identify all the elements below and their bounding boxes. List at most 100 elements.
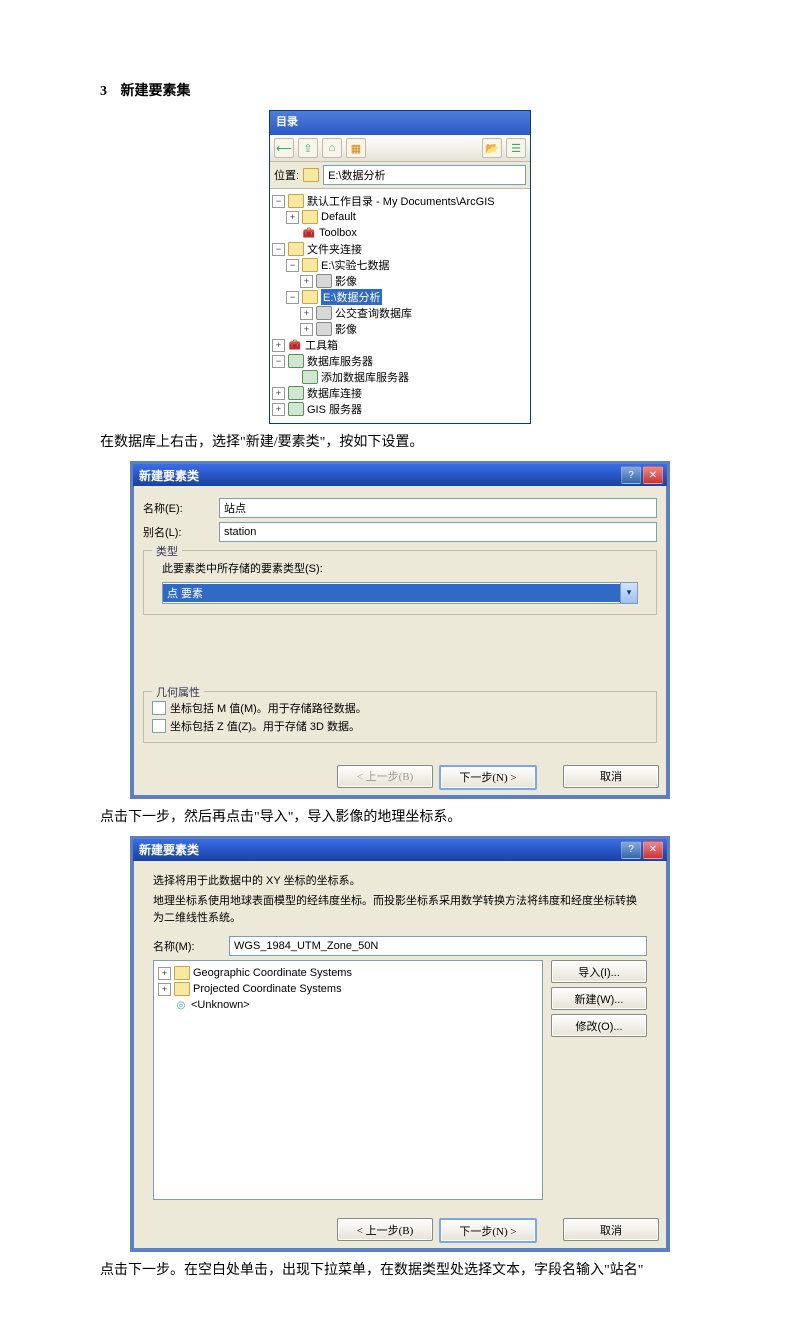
geodatabase-icon	[316, 306, 332, 320]
name-label: 名称(E):	[143, 500, 213, 516]
paragraph-2: 点击下一步，然后再点击"导入"，导入影像的地理坐标系。	[100, 807, 700, 828]
expand-icon[interactable]: +	[272, 339, 285, 352]
folder-icon	[302, 210, 318, 224]
expand-icon[interactable]: +	[158, 967, 171, 980]
help-icon[interactable]: ?	[621, 841, 641, 859]
catalog-tree: − 默认工作目录 - My Documents\ArcGIS + Default 🧰…	[270, 189, 530, 423]
location-bar: 位置:	[270, 162, 530, 189]
tree-db-conn[interactable]: 数据库连接	[307, 385, 362, 401]
type-hint: 此要素类中所存储的要素类型(S):	[162, 561, 648, 578]
expand-icon[interactable]: −	[272, 195, 285, 208]
catalog-title: 目录	[270, 111, 530, 135]
tree-toolkit[interactable]: 工具箱	[305, 337, 338, 353]
tree-root[interactable]: 默认工作目录 - My Documents\ArcGIS	[307, 193, 495, 209]
back-icon[interactable]: ⟵	[274, 138, 294, 158]
import-button[interactable]: 导入(I)...	[551, 960, 647, 983]
m-label: 坐标包括 M 值(M)。用于存储路径数据。	[170, 700, 367, 716]
home-icon[interactable]: ⌂	[322, 138, 342, 158]
dialog-title: 新建要素类	[137, 841, 619, 858]
new-button[interactable]: 新建(W)...	[551, 987, 647, 1010]
expand-icon[interactable]: +	[286, 211, 299, 224]
location-input[interactable]	[323, 165, 526, 185]
tree-db-servers[interactable]: 数据库服务器	[307, 353, 373, 369]
help-icon[interactable]: ?	[621, 466, 641, 484]
expand-icon[interactable]: −	[286, 259, 299, 272]
heading-text: 新建要素集	[121, 84, 191, 99]
z-checkbox[interactable]	[152, 719, 166, 733]
tree-image1[interactable]: 影像	[335, 273, 357, 289]
folder-icon	[174, 982, 190, 996]
coord-sys-tree[interactable]: + Geographic Coordinate Systems + Projecte…	[153, 960, 543, 1200]
tree-image2[interactable]: 影像	[335, 321, 357, 337]
open-icon[interactable]: 📂	[482, 138, 502, 158]
tree-bus-gdb[interactable]: 公交查询数据库	[335, 305, 412, 321]
raster-icon	[316, 274, 332, 288]
server-icon	[288, 386, 304, 400]
toolbox-icon: 🧰	[288, 339, 302, 351]
tree-exp7[interactable]: E:\实验七数据	[321, 257, 389, 273]
cs-name-label: 名称(M):	[153, 938, 223, 954]
paragraph-1: 在数据库上右击，选择"新建/要素类"，按如下设置。	[100, 432, 700, 453]
tree-toolbox[interactable]: Toolbox	[319, 227, 357, 239]
list-icon[interactable]: ☰	[506, 138, 526, 158]
cancel-button[interactable]: 取消	[563, 765, 659, 788]
add-server-icon	[302, 370, 318, 384]
close-icon[interactable]: ✕	[643, 466, 663, 484]
type-legend: 类型	[152, 543, 182, 559]
next-button[interactable]: 下一步(N) >	[439, 1218, 537, 1243]
expand-icon[interactable]: +	[300, 323, 313, 336]
chevron-down-icon[interactable]: ▾	[620, 583, 637, 603]
folder-icon	[302, 258, 318, 272]
expand-icon[interactable]: −	[286, 291, 299, 304]
pcs-node[interactable]: Projected Coordinate Systems	[193, 983, 342, 995]
raster-icon	[316, 322, 332, 336]
cs-hint1: 选择将用于此数据中的 XY 坐标的坐标系。	[153, 873, 647, 890]
expand-icon[interactable]: +	[300, 307, 313, 320]
name-input[interactable]: 站点	[219, 498, 657, 518]
back-button[interactable]: < 上一步(B)	[337, 1218, 433, 1241]
geom-legend: 几何属性	[152, 684, 204, 700]
m-checkbox[interactable]	[152, 701, 166, 715]
expand-icon[interactable]: +	[272, 403, 285, 416]
tree-gis-servers[interactable]: GIS 服务器	[307, 401, 362, 417]
catalog-toolbar: ⟵ ⇧ ⌂ ▦ 📂 ☰	[270, 135, 530, 162]
folder-icon	[303, 168, 319, 182]
server-icon	[288, 402, 304, 416]
cancel-button[interactable]: 取消	[563, 1218, 659, 1241]
server-icon	[288, 354, 304, 368]
folder-icon	[302, 290, 318, 304]
unknown-node[interactable]: <Unknown>	[191, 999, 250, 1011]
globe-icon: ◎	[174, 999, 188, 1011]
up-icon[interactable]: ⇧	[298, 138, 318, 158]
expand-icon[interactable]: +	[300, 275, 313, 288]
location-label: 位置:	[274, 167, 299, 183]
tree-default[interactable]: Default	[321, 211, 356, 223]
expand-icon[interactable]: +	[272, 387, 285, 400]
folder-icon	[288, 194, 304, 208]
close-icon[interactable]: ✕	[643, 841, 663, 859]
tree-data-analysis[interactable]: E:\数据分析	[321, 289, 382, 305]
type-combo[interactable]: 点 要素 ▾	[162, 582, 638, 604]
new-feature-class-dialog-2: 新建要素类 ? ✕ 选择将用于此数据中的 XY 坐标的坐标系。 地理坐标系使用地…	[130, 836, 670, 1253]
dialog-title: 新建要素类	[137, 467, 619, 484]
expand-icon[interactable]: +	[158, 983, 171, 996]
type-group: 类型 此要素类中所存储的要素类型(S): 点 要素 ▾	[143, 550, 657, 615]
tree-folder-conn[interactable]: 文件夹连接	[307, 241, 362, 257]
geometry-group: 几何属性 坐标包括 M 值(M)。用于存储路径数据。 坐标包括 Z 值(Z)。用…	[143, 691, 657, 743]
paragraph-3: 点击下一步。在空白处单击，出现下拉菜单，在数据类型处选择文本，字段名输入"站名"	[100, 1260, 700, 1281]
tree-add-db-server[interactable]: 添加数据库服务器	[321, 369, 409, 385]
folder-icon	[288, 242, 304, 256]
cs-name-input[interactable]: WGS_1984_UTM_Zone_50N	[229, 936, 647, 956]
next-button[interactable]: 下一步(N) >	[439, 765, 537, 790]
alias-input[interactable]: station	[219, 522, 657, 542]
conn-icon[interactable]: ▦	[346, 138, 366, 158]
heading-number: 3	[100, 84, 107, 99]
modify-button[interactable]: 修改(O)...	[551, 1014, 647, 1037]
expand-icon[interactable]: −	[272, 355, 285, 368]
expand-icon[interactable]: −	[272, 243, 285, 256]
section-heading: 3 新建要素集	[100, 80, 700, 100]
cs-hint2: 地理坐标系使用地球表面模型的经纬度坐标。而投影坐标系采用数学转换方法将纬度和经度…	[153, 893, 647, 926]
type-value: 点 要素	[163, 584, 620, 602]
gcs-node[interactable]: Geographic Coordinate Systems	[193, 967, 352, 979]
new-feature-class-dialog-1: 新建要素类 ? ✕ 名称(E): 站点 别名(L): station 类型 此要…	[130, 461, 670, 799]
